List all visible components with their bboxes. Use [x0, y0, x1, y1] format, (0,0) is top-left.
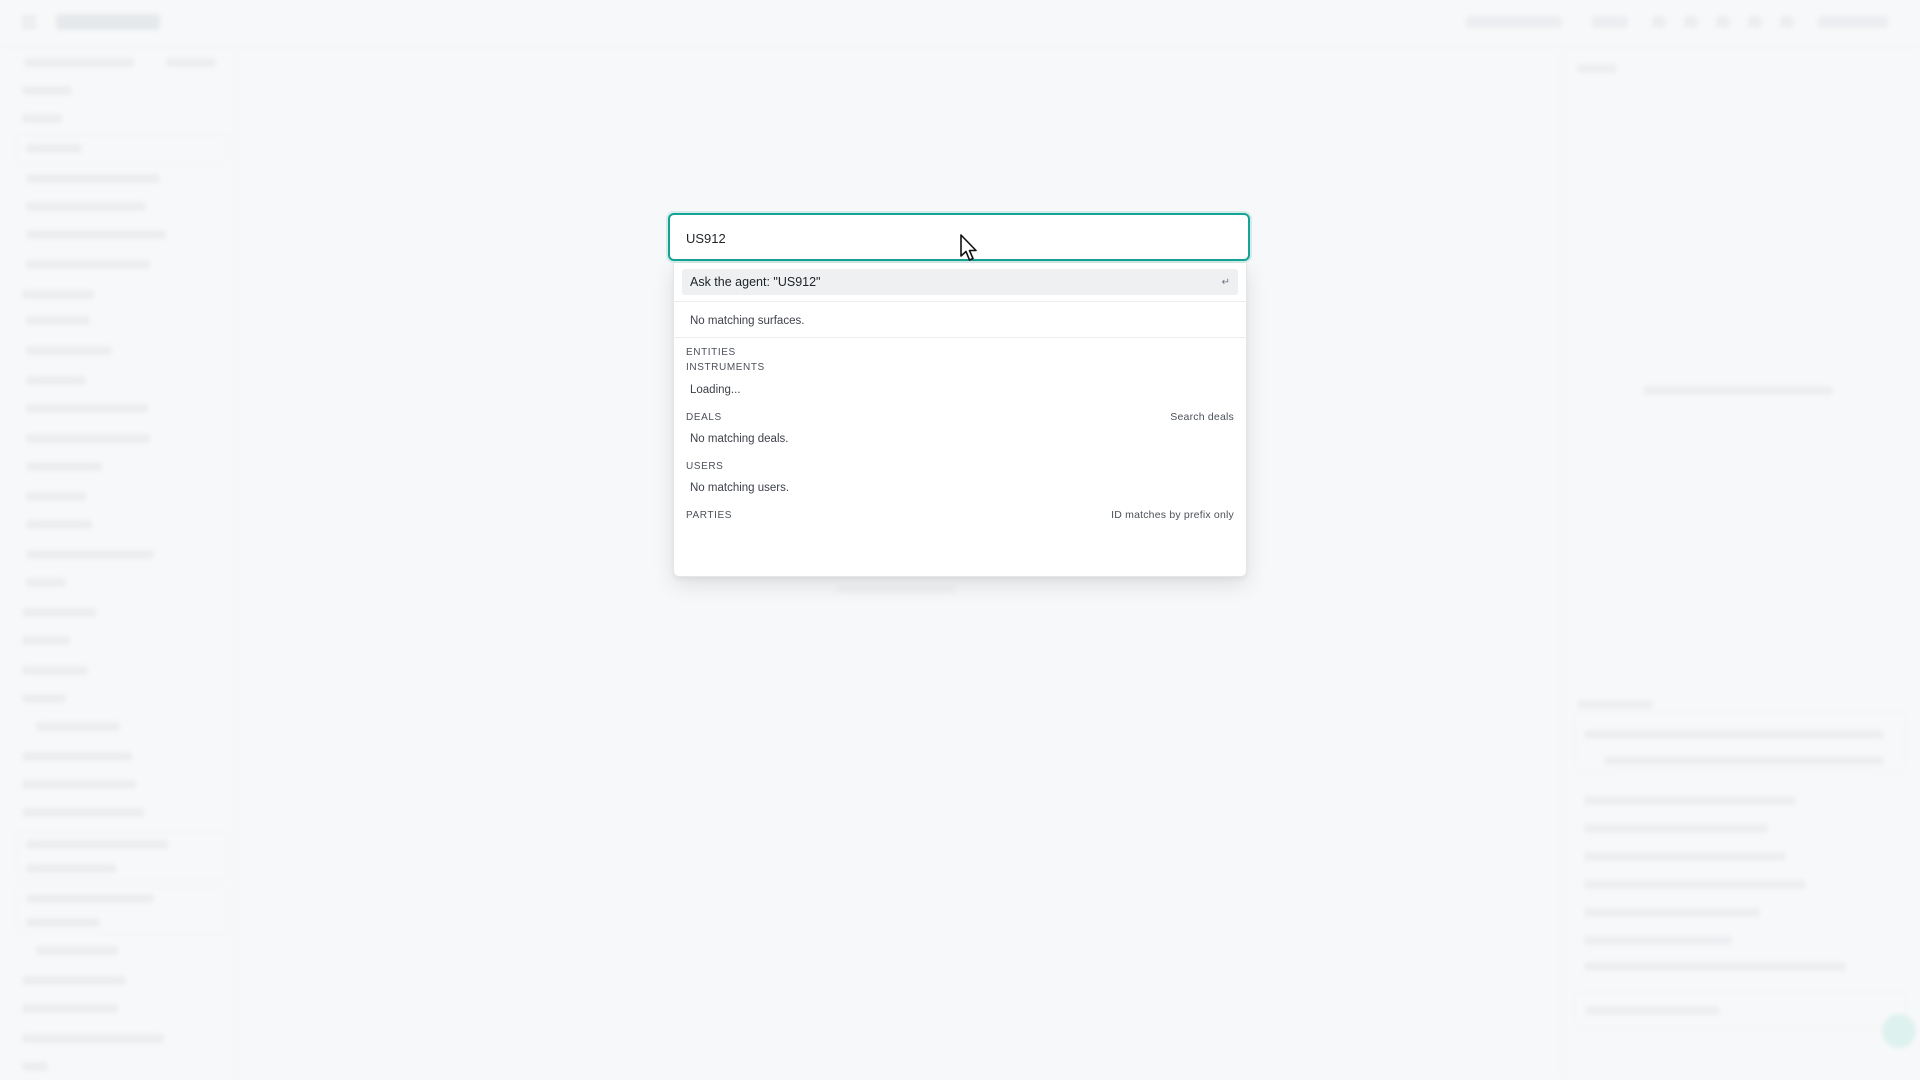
sidebar-placeholder	[36, 946, 118, 955]
mouse-pointer-icon	[960, 234, 977, 261]
panel-placeholder	[1577, 64, 1617, 73]
search-input[interactable]	[686, 227, 1226, 249]
parties-header: PARTIES	[686, 510, 733, 521]
enter-key-icon: ↵	[1221, 277, 1230, 288]
divider	[674, 337, 1246, 338]
topbar-placeholder	[1748, 16, 1762, 28]
sidebar-placeholder	[26, 434, 150, 443]
parties-prefix-note: ID matches by prefix only	[1111, 509, 1234, 521]
panel-placeholder	[1577, 700, 1653, 709]
menu-icon	[22, 16, 36, 28]
sidebar-placeholder	[166, 58, 216, 67]
sidebar-placeholder	[22, 752, 132, 761]
panel-placeholder	[1643, 386, 1833, 395]
sidebar-placeholder	[22, 1034, 164, 1043]
entities-header: ENTITIES	[686, 347, 736, 358]
sidebar-placeholder	[22, 666, 88, 675]
topbar-placeholder	[1780, 16, 1794, 28]
users-empty-message: No matching users.	[690, 482, 790, 494]
panel-placeholder	[1586, 1006, 1720, 1015]
sidebar-placeholder	[22, 608, 96, 617]
panel-placeholder	[1604, 756, 1884, 765]
surfaces-empty-message: No matching surfaces.	[690, 315, 805, 327]
chat-fab-icon	[1882, 1014, 1916, 1048]
topbar-placeholder	[1652, 16, 1666, 28]
sidebar-placeholder	[26, 492, 86, 501]
sidebar-placeholder	[26, 520, 92, 529]
sidebar-placeholder	[22, 780, 136, 789]
panel-placeholder	[1584, 824, 1768, 833]
topbar-placeholder	[1592, 16, 1628, 28]
sidebar-placeholder	[22, 976, 126, 985]
right-panel	[1562, 46, 1920, 1080]
sidebar-placeholder	[26, 376, 86, 385]
sidebar-placeholder	[22, 694, 66, 703]
ask-agent-label: Ask the agent: "US912"	[690, 275, 821, 289]
sidebar-placeholder	[26, 346, 112, 355]
instruments-loading: Loading...	[690, 384, 741, 396]
panel-placeholder	[1584, 880, 1806, 889]
sidebar-placeholder	[26, 894, 154, 903]
sidebar-placeholder	[22, 1062, 48, 1071]
topbar-placeholder	[1716, 16, 1730, 28]
sidebar-placeholder	[26, 462, 102, 471]
sidebar-placeholder	[26, 316, 90, 325]
sidebar-placeholder	[36, 722, 120, 731]
sidebar-placeholder	[26, 144, 82, 153]
app-logo	[56, 14, 160, 30]
sidebar-placeholder	[26, 260, 150, 269]
main-placeholder	[836, 585, 956, 593]
panel-placeholder	[1584, 936, 1732, 945]
sidebar-placeholder	[26, 550, 154, 559]
deals-empty-message: No matching deals.	[690, 433, 789, 445]
instruments-header: INSTRUMENTS	[686, 362, 765, 373]
sidebar-placeholder	[24, 58, 134, 67]
top-bar	[0, 0, 1920, 47]
panel-placeholder	[1584, 796, 1796, 805]
sidebar-placeholder	[26, 918, 100, 927]
divider	[674, 301, 1246, 302]
panel-placeholder	[1584, 730, 1884, 739]
search-deals-link[interactable]: Search deals	[1170, 411, 1234, 423]
topbar-placeholder	[1818, 16, 1888, 28]
sidebar-placeholder	[26, 202, 146, 211]
sidebar-placeholder	[26, 840, 168, 849]
sidebar-placeholder	[22, 290, 94, 299]
search-results: Ask the agent: "US912" ↵ No matching sur…	[673, 263, 1247, 577]
sidebar-placeholder	[26, 864, 116, 873]
panel-placeholder	[1584, 962, 1846, 971]
users-header: USERS	[686, 461, 724, 472]
sidebar-placeholder	[22, 86, 72, 95]
sidebar-placeholder	[22, 808, 144, 817]
panel-placeholder	[1584, 852, 1786, 861]
sidebar-placeholder	[26, 404, 148, 413]
ask-agent-option[interactable]: Ask the agent: "US912" ↵	[682, 269, 1238, 295]
sidebar-placeholder	[26, 578, 66, 587]
panel-placeholder	[1584, 908, 1760, 917]
topbar-placeholder	[1684, 16, 1698, 28]
sidebar	[0, 46, 237, 1080]
sidebar-placeholder	[22, 636, 70, 645]
sidebar-placeholder	[22, 114, 62, 123]
sidebar-placeholder	[26, 174, 160, 183]
deals-header: DEALS	[686, 412, 722, 423]
sidebar-placeholder	[26, 230, 166, 239]
topbar-placeholder	[1466, 16, 1562, 28]
sidebar-placeholder	[22, 1004, 118, 1013]
